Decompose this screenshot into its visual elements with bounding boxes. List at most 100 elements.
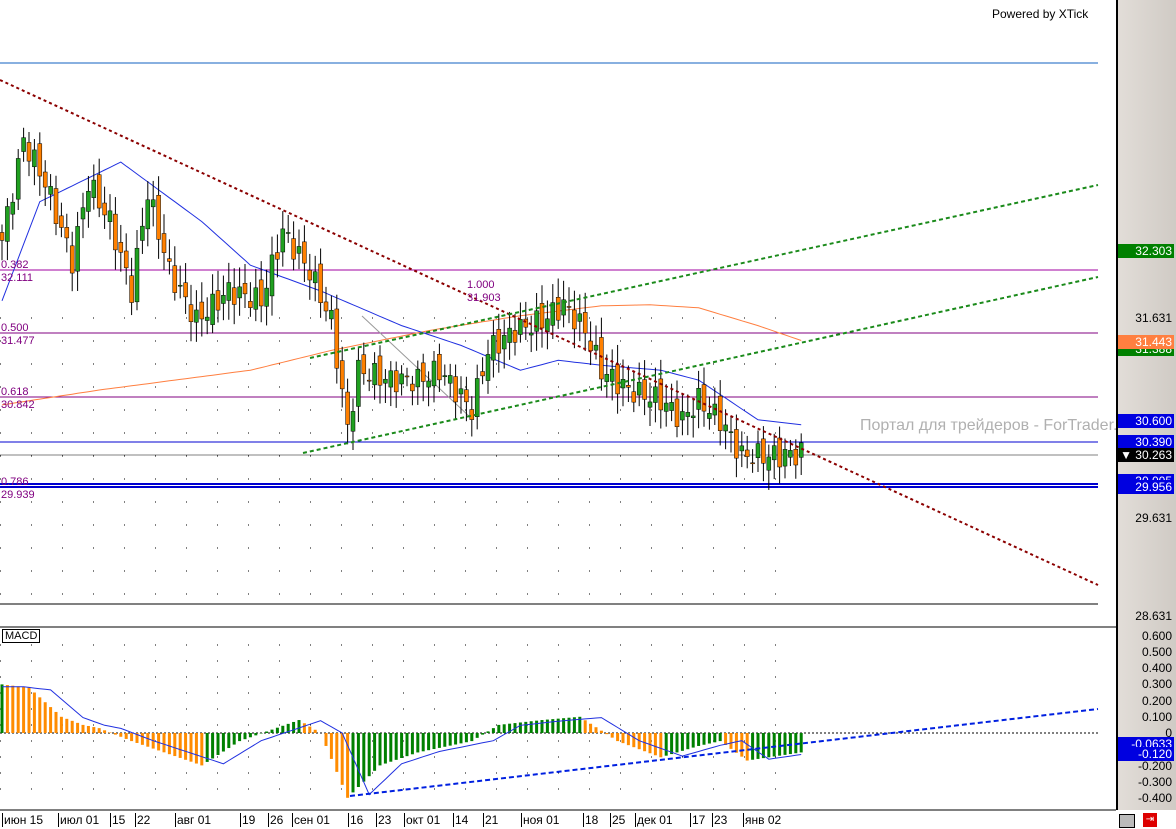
macd-bar (670, 733, 673, 754)
macd-bar (22, 687, 25, 733)
date-label: 14 (453, 813, 468, 827)
macd-bar (254, 733, 257, 735)
macd-bar (400, 733, 403, 758)
macd-bar (686, 733, 689, 749)
macd-bar (497, 725, 500, 733)
candle-body (157, 195, 161, 239)
macd-bar (800, 733, 803, 752)
candle-body (205, 317, 209, 320)
candle-body (416, 369, 420, 387)
candle-body (740, 446, 744, 451)
macd-bar (632, 733, 635, 747)
macd-bar (449, 733, 452, 746)
candle-body (38, 144, 42, 176)
candle-body (302, 242, 306, 263)
watermark: Портал для трейдеров - ForTrader.ru (860, 417, 1116, 435)
candle-body (297, 246, 301, 253)
exit-icon[interactable]: ⇥ (1143, 813, 1157, 827)
candle-body (686, 412, 690, 416)
macd-bar (206, 733, 209, 762)
candle-body (76, 226, 80, 271)
candle-body (378, 356, 382, 385)
macd-bar (519, 722, 522, 733)
candle-body (11, 202, 15, 214)
date-label: 15 (110, 813, 125, 827)
macd-bar (784, 733, 787, 755)
date-label: 25 (610, 813, 625, 827)
macd-bar (271, 730, 274, 733)
date-label: 23 (712, 813, 727, 827)
candle-body (286, 232, 290, 233)
macd-bar (92, 727, 95, 733)
macd-bar (616, 733, 619, 741)
candle-body (108, 211, 112, 222)
candle-body (675, 399, 679, 427)
macd-bar (384, 733, 387, 764)
candle-body (81, 208, 85, 219)
macd-bar (584, 720, 587, 733)
candle-body (227, 282, 231, 300)
fib-price: 32.111 (1, 272, 33, 284)
macd-tick: 0.600 (1142, 629, 1172, 643)
date-axis: июн 15июл 011522авг 011926сен 011623окт … (0, 812, 1176, 829)
candle-body (724, 425, 728, 431)
candle-body (707, 413, 711, 418)
macd-bar (789, 733, 792, 754)
candle-body (783, 449, 787, 466)
price-tag: 30.600 (1118, 414, 1174, 428)
candle-body (751, 463, 755, 464)
candle-body (135, 248, 139, 302)
macd-bar (773, 733, 776, 756)
candle-body (292, 239, 296, 260)
macd-bar (654, 733, 657, 755)
candle-body (535, 311, 539, 332)
macd-bar (60, 717, 63, 733)
macd-bar (114, 733, 117, 735)
macd-bar (168, 733, 171, 754)
candle-body (648, 402, 652, 407)
macd-bar (211, 733, 214, 758)
candle-body (670, 402, 674, 410)
powered-by: Powered by XTick (992, 7, 1088, 21)
macd-bar (44, 702, 47, 733)
fib-ratio: 0.500 (1, 322, 29, 334)
candle-body (459, 389, 463, 394)
candle-body (238, 287, 242, 298)
candle-body (475, 378, 479, 416)
date-label: 22 (135, 813, 150, 827)
candle-body (340, 361, 344, 389)
date-label: сен 01 (292, 813, 330, 827)
candle-body (421, 363, 425, 382)
macd-bar (109, 732, 112, 733)
price-tick: 28.631 (1135, 609, 1172, 623)
macd-bar (503, 724, 506, 733)
candle-body (140, 226, 144, 240)
camera-icon[interactable] (1119, 814, 1135, 828)
macd-bar (33, 693, 36, 734)
candle-body (275, 253, 279, 260)
macd-bar (1, 684, 4, 733)
macd-tick: -0.300 (1138, 775, 1172, 789)
price-tag: 31.443 (1118, 335, 1174, 349)
macd-bar (233, 733, 236, 745)
candle-body (486, 354, 490, 380)
price-chart[interactable] (0, 0, 1116, 812)
macd-bar (487, 731, 490, 733)
candle-body (443, 376, 447, 377)
macd-bar (476, 733, 479, 738)
price-axis[interactable]: 31.631 29.631 28.631 0.600 0.500 0.400 0… (1116, 0, 1176, 810)
macd-bar (357, 733, 360, 787)
macd-bar (438, 733, 441, 748)
macd-bar (589, 724, 592, 733)
candle-body (119, 242, 123, 252)
candle-body (464, 390, 468, 402)
macd-bar (724, 733, 727, 745)
macd-bar (379, 733, 382, 765)
candle-body (259, 280, 263, 306)
macd-bar (325, 733, 328, 746)
macd-bar (76, 723, 79, 733)
macd-tick: 0.500 (1142, 645, 1172, 659)
macd-bar (184, 733, 187, 760)
candle-body (103, 203, 107, 215)
date-label: ноя 01 (521, 813, 559, 827)
